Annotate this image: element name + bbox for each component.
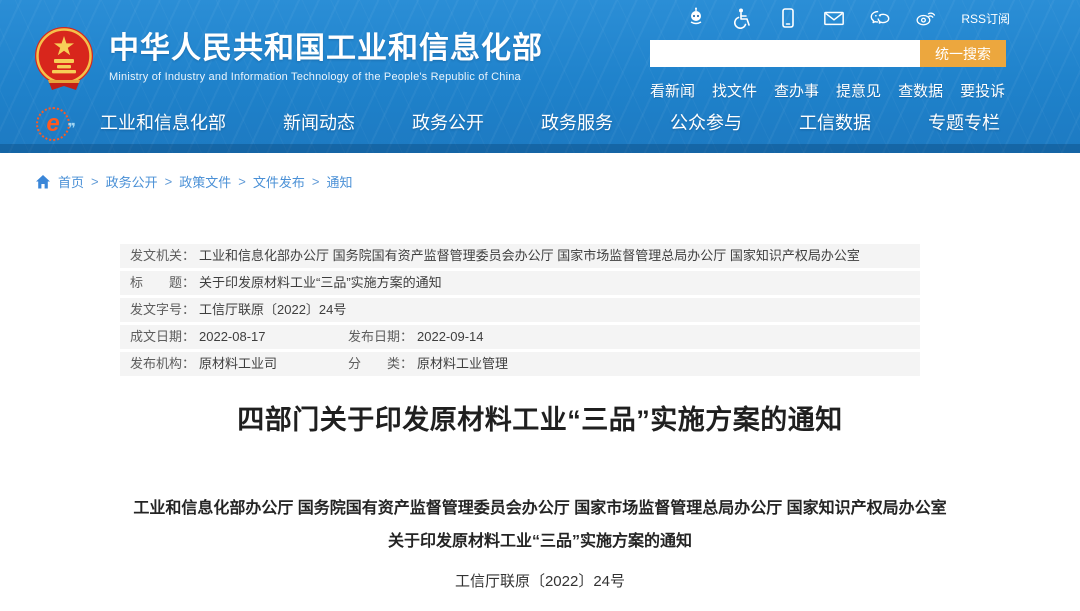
document-issuers-line: 工业和信息化部办公厅 国务院国有资产监督管理委员会办公厅 国家市场监督管理总局办…: [0, 492, 1080, 525]
meta-value: 2022-08-17: [199, 329, 266, 344]
quick-link-news[interactable]: 看新闻: [650, 80, 695, 101]
search-area: 统一搜索 看新闻 找文件 查办事 提意见 查数据 要投诉: [650, 40, 1006, 101]
search-input[interactable]: [650, 40, 920, 67]
nav-item-data[interactable]: 工信数据: [799, 109, 871, 135]
meta-col2: 发布日期： 2022-09-14: [348, 325, 484, 349]
breadcrumb-home[interactable]: 首页: [58, 172, 84, 191]
mail-icon[interactable]: [823, 7, 845, 29]
nav-item-gov-service[interactable]: 政务服务: [541, 109, 613, 135]
quick-link-feedback[interactable]: 提意见: [836, 80, 881, 101]
meta-label: 发布日期：: [348, 329, 413, 344]
breadcrumb-separator: >: [238, 174, 246, 189]
document-title: 四部门关于印发原材料工业“三品”实施方案的通知: [0, 398, 1080, 437]
nav-item-miit[interactable]: 工业和信息化部: [100, 109, 226, 135]
document-number: 工信厅联原〔2022〕24号: [0, 570, 1080, 591]
meta-value: 原材料工业司: [199, 356, 277, 371]
nav-item-participation[interactable]: 公众参与: [670, 109, 742, 135]
national-emblem-icon: [33, 24, 95, 96]
wechat-icon[interactable]: [869, 7, 891, 29]
weibo-icon[interactable]: [915, 7, 937, 29]
meta-value: 工业和信息化部办公厅 国务院国有资产监督管理委员会办公厅 国家市场监督管理总局办…: [199, 248, 860, 263]
brand-home-link[interactable]: 中华人民共和国工业和信息化部 Ministry of Industry and …: [33, 24, 543, 96]
meta-value: 工信厅联原〔2022〕24号: [199, 302, 346, 317]
home-icon[interactable]: [35, 174, 51, 190]
document-subtitle-line: 关于印发原材料工业“三品”实施方案的通知: [0, 525, 1080, 558]
meta-row-issuing-agency: 发文机关： 工业和信息化部办公厅 国务院国有资产监督管理委员会办公厅 国家市场监督…: [120, 244, 920, 268]
document-meta-table: 发文机关： 工业和信息化部办公厅 国务院国有资产监督管理委员会办公厅 国家市场监督…: [120, 244, 920, 379]
site-header: RSS订阅 中华人民共和国工业和信息化部 Ministry of Industr…: [0, 0, 1080, 153]
rss-link[interactable]: RSS订阅: [961, 10, 1010, 27]
meta-col2: 分 类： 原材料工业管理: [348, 352, 508, 376]
main-nav: e❞ 工业和信息化部 新闻动态 政务公开 政务服务 公众参与 工信数据 专题专栏: [0, 100, 1080, 153]
meta-value: 原材料工业管理: [417, 356, 508, 371]
quick-link-data[interactable]: 查数据: [898, 80, 943, 101]
nav-item-gov-open[interactable]: 政务公开: [412, 109, 484, 135]
site-subtitle: Ministry of Industry and Information Tec…: [109, 71, 543, 83]
accessibility-icon[interactable]: [731, 7, 753, 29]
breadcrumb-gov-open[interactable]: 政务公开: [106, 172, 158, 191]
breadcrumb-doc-release[interactable]: 文件发布: [253, 172, 305, 191]
meta-row-dates: 成文日期： 2022-08-17 发布日期： 2022-09-14: [120, 325, 920, 349]
quick-link-complaint[interactable]: 要投诉: [960, 80, 1005, 101]
meta-label: 成文日期：: [130, 329, 195, 344]
meta-value: 2022-09-14: [417, 329, 484, 344]
nav-item-news[interactable]: 新闻动态: [283, 109, 355, 135]
meta-row-title: 标 题： 关于印发原材料工业“三品”实施方案的通知: [120, 271, 920, 295]
mobile-icon[interactable]: [777, 7, 799, 29]
meta-row-doc-number: 发文字号： 工信厅联原〔2022〕24号: [120, 298, 920, 322]
meta-label: 发文字号：: [130, 302, 195, 317]
meta-label: 标 题：: [130, 275, 195, 290]
site-title: 中华人民共和国工业和信息化部: [109, 32, 543, 66]
brand-text: 中华人民共和国工业和信息化部 Ministry of Industry and …: [109, 24, 543, 83]
meta-label: 分 类：: [348, 356, 413, 371]
meta-label: 发布机构：: [130, 356, 195, 371]
meta-label: 发文机关：: [130, 248, 195, 263]
breadcrumb-separator: >: [165, 174, 173, 189]
document-issuers-block: 工业和信息化部办公厅 国务院国有资产监督管理委员会办公厅 国家市场监督管理总局办…: [0, 492, 1080, 558]
breadcrumb-separator: >: [312, 174, 320, 189]
quick-link-files[interactable]: 找文件: [712, 80, 757, 101]
unified-search-button[interactable]: 统一搜索: [920, 40, 1006, 67]
breadcrumb-notice[interactable]: 通知: [326, 172, 352, 191]
quick-link-services[interactable]: 查办事: [774, 80, 819, 101]
nav-bottom-strip: [0, 144, 1080, 153]
breadcrumb-policy-docs[interactable]: 政策文件: [179, 172, 231, 191]
quick-links: 看新闻 找文件 查办事 提意见 查数据 要投诉: [650, 80, 1006, 101]
topbar: RSS订阅: [685, 7, 1010, 29]
breadcrumb-separator: >: [91, 174, 99, 189]
miit-e-logo-icon: e❞: [36, 107, 70, 141]
breadcrumb: 首页 > 政务公开 > 政策文件 > 文件发布 > 通知: [35, 172, 352, 191]
meta-value: 关于印发原材料工业“三品”实施方案的通知: [199, 275, 442, 290]
mascot-icon[interactable]: [685, 7, 707, 29]
meta-row-publisher: 发布机构： 原材料工业司 分 类： 原材料工业管理: [120, 352, 920, 376]
page: RSS订阅 中华人民共和国工业和信息化部 Ministry of Industr…: [0, 0, 1080, 611]
nav-item-topics[interactable]: 专题专栏: [928, 109, 1000, 135]
